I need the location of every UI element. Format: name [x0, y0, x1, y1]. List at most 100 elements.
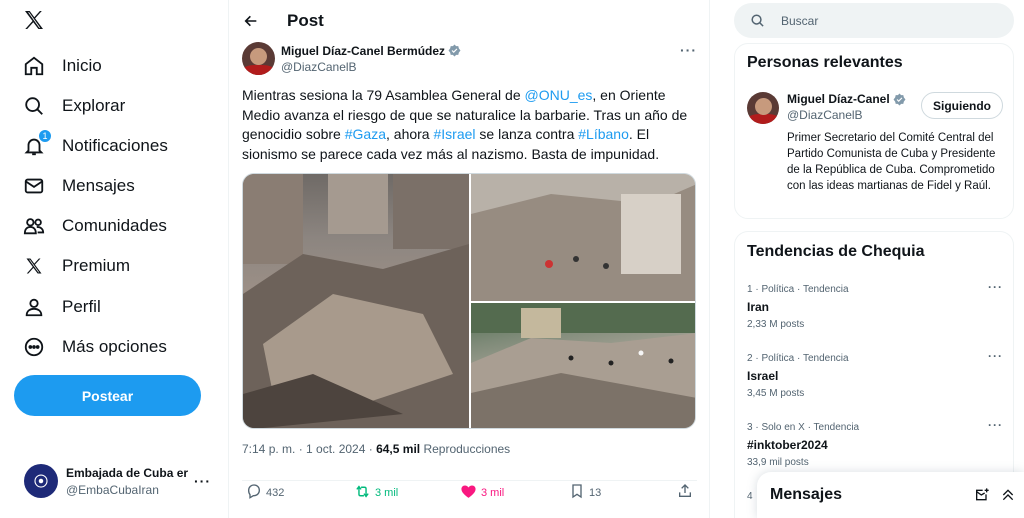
bookmark-count: 13	[589, 486, 602, 499]
heart-icon	[460, 483, 477, 503]
account-avatar	[24, 464, 58, 498]
tweet-text: Mientras sesiona la 79 Asamblea General …	[242, 86, 697, 164]
messages-drawer[interactable]: Mensajes	[757, 472, 1024, 518]
trend-more-icon[interactable]: ···	[988, 418, 1003, 432]
person-icon	[22, 295, 46, 319]
relevant-avatar[interactable]	[747, 92, 779, 124]
tweet-text-part: , ahora	[386, 126, 434, 142]
trend-more-icon[interactable]: ···	[988, 280, 1003, 294]
nav-premium[interactable]: Premium	[22, 248, 130, 284]
tweet-text-part: se lanza contra	[475, 126, 579, 142]
trend-more-icon[interactable]: ···	[988, 349, 1003, 363]
nav-communities[interactable]: Comunidades	[22, 208, 167, 244]
like-button[interactable]: 3 mil	[460, 483, 504, 503]
trend-name: Israel	[747, 369, 779, 383]
author-handle[interactable]: @DiazCanelB	[281, 60, 461, 74]
nav-profile[interactable]: Perfil	[22, 289, 101, 325]
tweet-photo[interactable]	[243, 174, 469, 428]
tweet-more-icon[interactable]: ···	[680, 42, 697, 58]
tweet-photo[interactable]	[471, 303, 695, 428]
post-header: Post	[229, 0, 709, 42]
search-bar[interactable]: Buscar	[734, 3, 1014, 38]
relevant-name[interactable]: Miguel Díaz-Canel	[787, 92, 890, 106]
x-logo-icon[interactable]	[22, 8, 48, 34]
verified-gray-icon	[448, 44, 461, 57]
reply-count: 432	[266, 486, 285, 499]
chevron-up-icon[interactable]	[1000, 487, 1016, 508]
home-icon	[22, 54, 46, 78]
messages-drawer-title: Mensajes	[770, 486, 843, 503]
search-icon	[750, 13, 765, 28]
hashtag-link[interactable]: #Israel	[433, 126, 475, 142]
account-name: Embajada de Cuba er	[66, 465, 189, 480]
account-more-icon[interactable]: ···	[194, 473, 211, 489]
main-column: Post Miguel Díaz-Canel Bermúdez @DiazCan…	[229, 0, 710, 518]
notification-badge: 1	[38, 129, 52, 143]
back-arrow-icon[interactable]	[241, 11, 261, 31]
nav-more[interactable]: Más opciones	[22, 329, 167, 365]
nav-explore[interactable]: Explorar	[22, 88, 125, 124]
nav-more-label: Más opciones	[62, 337, 167, 356]
nav-notifications-label: Notificaciones	[62, 136, 168, 155]
repost-icon	[354, 483, 371, 503]
bookmark-button[interactable]: 13	[569, 483, 601, 502]
share-button[interactable]	[677, 483, 693, 502]
reply-icon	[246, 483, 262, 502]
tweet-actions: 432 3 mil 3 mil 13	[242, 480, 697, 500]
trend-meta: 2 · Política · Tendencia	[747, 353, 849, 364]
tweet-media-grid	[242, 173, 696, 429]
following-button[interactable]: Siguiendo	[921, 92, 1003, 119]
reply-button[interactable]: 432	[246, 483, 284, 502]
tweet-views-label: Reproducciones	[420, 442, 511, 456]
left-nav: Inicio Explorar 1 Notificaciones Mensaje…	[0, 0, 229, 518]
page-title: Post	[287, 11, 324, 30]
relevant-person[interactable]: Miguel Díaz-Canel @DiazCanelB Siguiendo …	[747, 92, 1003, 194]
more-circle-icon	[22, 335, 46, 359]
relevant-handle[interactable]: @DiazCanelB	[787, 108, 906, 122]
tweet-timestamp[interactable]: 7:14 p. m. · 1 oct. 2024 ·	[242, 442, 376, 456]
trend-count: 33,9 mil posts	[747, 457, 809, 468]
hashtag-link[interactable]: #Gaza	[345, 126, 386, 142]
trend-count: 2,33 M posts	[747, 319, 805, 330]
search-placeholder: Buscar	[781, 13, 819, 28]
nav-home[interactable]: Inicio	[22, 48, 102, 84]
post-button[interactable]: Postear	[14, 375, 201, 416]
nav-home-label: Inicio	[62, 56, 102, 75]
relevant-title: Personas relevantes	[747, 54, 903, 71]
nav-explore-label: Explorar	[62, 96, 126, 115]
x-logo-icon	[22, 254, 46, 278]
nav-premium-label: Premium	[62, 256, 131, 275]
relevant-bio: Primer Secretario del Comité Central del…	[787, 132, 996, 192]
tweet-photo[interactable]	[471, 174, 695, 301]
nav-messages[interactable]: Mensajes	[22, 168, 135, 204]
people-icon	[22, 214, 46, 238]
bell-icon: 1	[22, 129, 52, 158]
tweet-views-count: 64,5 mil	[376, 442, 421, 456]
tweet-text-part: Mientras sesiona la 79 Asamblea General …	[242, 87, 525, 103]
bookmark-icon	[569, 483, 585, 502]
trend-name: #inktober2024	[747, 438, 828, 452]
trend-item[interactable]: 1 · Política · Tendencia Iran 2,33 M pos…	[747, 280, 1003, 330]
nav-messages-label: Mensajes	[62, 176, 135, 195]
trend-item[interactable]: 3 · Solo en X · Tendencia #inktober2024 …	[747, 418, 1003, 468]
search-icon	[22, 94, 46, 118]
trend-meta: 3 · Solo en X · Tendencia	[747, 422, 860, 433]
relevant-people-card: Personas relevantes Miguel Díaz-Canel @D…	[734, 43, 1014, 219]
tweet-meta: 7:14 p. m. · 1 oct. 2024 · 64,5 mil Repr…	[242, 442, 510, 456]
trend-meta: 1 · Política · Tendencia	[747, 284, 849, 295]
nav-communities-label: Comunidades	[62, 216, 167, 235]
mention-link[interactable]: @ONU_es	[525, 87, 593, 103]
repost-count: 3 mil	[375, 487, 399, 499]
nav-notifications[interactable]: 1 Notificaciones	[22, 128, 168, 164]
account-handle: @EmbaCubaIran	[66, 482, 159, 497]
trends-title: Tendencias de Chequia	[747, 243, 925, 260]
author-avatar[interactable]	[242, 42, 275, 75]
tweet-author: Miguel Díaz-Canel Bermúdez @DiazCanelB ·…	[242, 42, 697, 75]
author-name[interactable]: Miguel Díaz-Canel Bermúdez	[281, 44, 445, 58]
hashtag-link[interactable]: #Líbano	[578, 126, 629, 142]
new-message-icon[interactable]	[974, 487, 990, 508]
trend-item[interactable]: 2 · Política · Tendencia Israel 3,45 M p…	[747, 349, 1003, 399]
trend-name: Iran	[747, 300, 770, 314]
account-switcher[interactable]: Embajada de Cuba er @EmbaCubaIran ···	[14, 456, 219, 506]
repost-button[interactable]: 3 mil	[354, 483, 398, 503]
